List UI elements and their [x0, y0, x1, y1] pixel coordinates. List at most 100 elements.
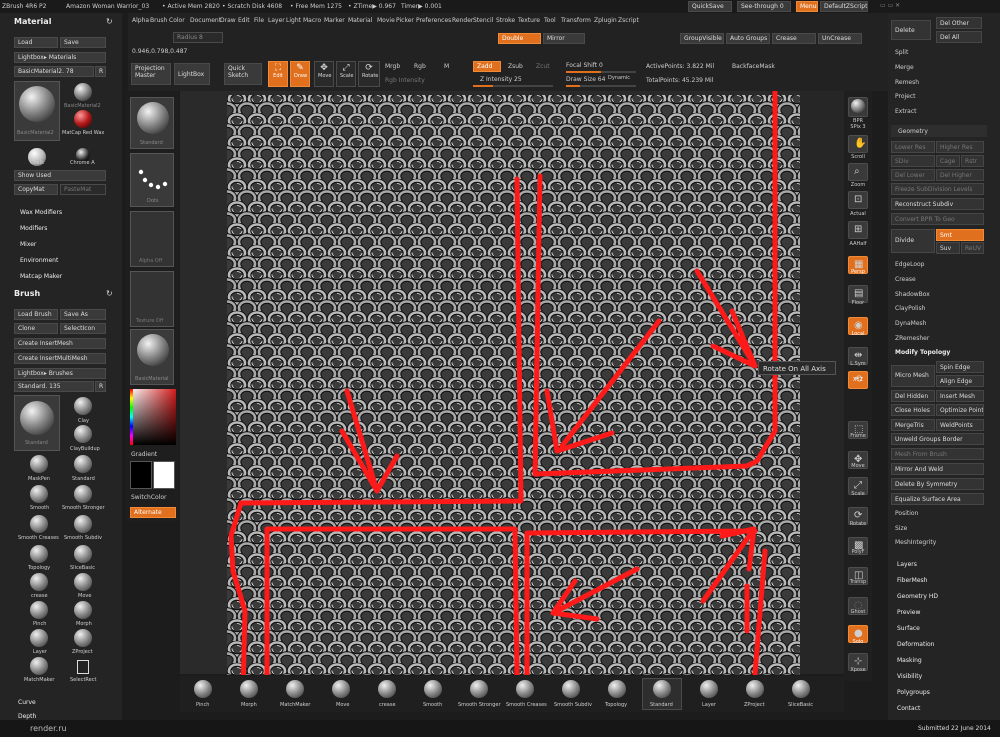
paste-mat-button[interactable]: PasteMat	[60, 184, 106, 195]
standard-brush-small-icon[interactable]	[74, 455, 92, 473]
hue-strip[interactable]	[130, 389, 133, 445]
color-picker[interactable]	[130, 389, 176, 445]
crease-brush-icon[interactable]	[30, 573, 48, 591]
load-brush-button[interactable]: Load Brush	[14, 309, 58, 320]
zcut-button[interactable]: Zcut	[536, 63, 550, 70]
dynamesh-section[interactable]: DynaMesh	[895, 320, 926, 327]
claybuildup-brush-icon[interactable]	[74, 425, 92, 443]
menu-material[interactable]: Material	[348, 17, 372, 24]
mesh-from-brush-button[interactable]: Mesh From Brush	[891, 448, 984, 460]
basic-material-slider[interactable]: BasicMaterial2. 78	[14, 66, 94, 77]
rstr-button[interactable]: Rstr	[961, 155, 984, 167]
zproject-brush-icon[interactable]	[74, 629, 92, 647]
stroke-thumb[interactable]: Dots	[130, 153, 174, 207]
clone-button[interactable]: Clone	[14, 323, 58, 334]
divide-button[interactable]: Divide	[891, 229, 935, 253]
curve-section[interactable]: Curve	[18, 699, 36, 706]
del-all-button[interactable]: Del All	[936, 31, 982, 43]
menu-alpha[interactable]: Alpha	[132, 17, 149, 24]
see-through-slider[interactable]: See-through 0	[737, 1, 791, 12]
zsub-button[interactable]: Zsub	[508, 63, 523, 70]
align-edge-button[interactable]: Align Edge	[936, 375, 984, 387]
zoom-button[interactable]: ⌕	[848, 163, 868, 181]
shelf-slicebasic-icon[interactable]	[792, 680, 810, 698]
menu-render[interactable]: Render	[452, 17, 473, 24]
surface-section[interactable]: Surface	[897, 625, 920, 632]
aahalf-button[interactable]: ⊞	[848, 221, 868, 239]
environment-section[interactable]: Environment	[20, 257, 58, 264]
menu-preferences[interactable]: Preferences	[416, 17, 451, 24]
close-holes-button[interactable]: Close Holes	[891, 404, 935, 416]
focal-shift-slider[interactable]: Focal Shift 0	[566, 62, 603, 69]
mirror-button[interactable]: Mirror	[543, 33, 585, 44]
save-as-button[interactable]: Save As	[60, 309, 106, 320]
pinch-brush-icon[interactable]	[30, 601, 48, 619]
scale-button[interactable]: ⤢ Scale	[336, 61, 356, 87]
topology-brush-icon[interactable]	[30, 545, 48, 563]
visibility-section[interactable]: Visibility	[897, 673, 922, 680]
geometry-header-bar[interactable]: Geometry	[891, 125, 987, 137]
remesh-button[interactable]: Remesh	[895, 79, 919, 86]
radius-slider[interactable]: Radius 8	[173, 32, 223, 43]
del-other-button[interactable]: Del Other	[936, 17, 982, 29]
del-lower-button[interactable]: Del Lower	[891, 169, 935, 181]
menu-macro[interactable]: Macro	[303, 17, 321, 24]
fibermesh-section[interactable]: FiberMesh	[897, 577, 927, 584]
rotate-button[interactable]: ⟳ Rotate	[358, 61, 380, 87]
menus-button[interactable]: Menus	[796, 1, 818, 12]
lightbox-button[interactable]: LightBox	[174, 63, 210, 85]
geometry-hd-section[interactable]: Geometry HD	[897, 593, 938, 600]
zadd-button[interactable]: Zadd	[473, 61, 501, 72]
zremesher-section[interactable]: ZRemesher	[895, 335, 929, 342]
layer-brush-icon[interactable]	[30, 629, 48, 647]
menu-tool[interactable]: Tool	[544, 17, 556, 24]
projection-master-button[interactable]: Projection Master	[131, 63, 171, 85]
contact-section[interactable]: Contact	[897, 705, 920, 712]
deformation-section[interactable]: Deformation	[897, 641, 934, 648]
position-section[interactable]: Position	[895, 510, 918, 517]
group-visible-button[interactable]: GroupVisible	[680, 33, 724, 44]
shadowbox-section[interactable]: ShadowBox	[895, 291, 930, 298]
material-save-button[interactable]: Save	[60, 37, 106, 48]
menu-transform[interactable]: Transform	[561, 17, 591, 24]
shelf-smooth-stronger-icon[interactable]	[470, 680, 488, 698]
gradient-label[interactable]: Gradient	[131, 451, 157, 458]
layers-section[interactable]: Layers	[897, 561, 917, 568]
insert-mesh-button[interactable]: Insert Mesh	[936, 390, 984, 402]
shelf-morph-icon[interactable]	[240, 680, 258, 698]
optimize-points-button[interactable]: Optimize Points	[936, 404, 984, 416]
m-button[interactable]: M	[444, 63, 449, 70]
menu-movie[interactable]: Movie	[377, 17, 395, 24]
reuv-button[interactable]: ReUV	[961, 242, 984, 254]
sdiv-slider[interactable]: SDiv	[891, 155, 935, 167]
shelf-zproject-icon[interactable]	[746, 680, 764, 698]
shelf-standard-icon[interactable]	[653, 680, 671, 698]
brush-preview-large[interactable]: Standard	[14, 395, 60, 451]
project-button[interactable]: Project	[895, 93, 916, 100]
mirror-and-weld-button[interactable]: Mirror And Weld	[891, 463, 984, 475]
equalize-surface-area-button[interactable]: Equalize Surface Area	[891, 493, 984, 505]
smooth-subdiv-brush-icon[interactable]	[74, 515, 92, 533]
claypolish-section[interactable]: ClayPolish	[895, 305, 925, 312]
lightbox-brushes-button[interactable]: Lightbox▸ Brushes	[14, 368, 106, 379]
default-zscript-button[interactable]: DefaultZScript	[820, 1, 868, 12]
smooth-stronger-brush-icon[interactable]	[74, 485, 92, 503]
unweld-groups-border-button[interactable]: Unweld Groups Border	[891, 433, 984, 445]
copy-mat-button[interactable]: CopyMat	[14, 184, 58, 195]
texture-thumb[interactable]: Texture Off	[130, 271, 174, 327]
chainmail-viewport[interactable]	[227, 91, 801, 675]
suv-toggle[interactable]: Suv	[936, 242, 960, 254]
menu-texture[interactable]: Texture	[518, 17, 540, 24]
alternate-button[interactable]: Alternate	[130, 507, 176, 518]
menu-zscript[interactable]: Zscript	[618, 17, 639, 24]
create-insertmultimesh-button[interactable]: Create InsertMultiMesh	[14, 353, 106, 364]
spin-edge-button[interactable]: Spin Edge	[936, 361, 984, 373]
shelf-topology-icon[interactable]	[608, 680, 626, 698]
menu-document[interactable]: Document	[190, 17, 221, 24]
canvas-area[interactable]: Rotate On All Axis	[180, 91, 844, 675]
reconstruct-subdiv-button[interactable]: Reconstruct Subdiv	[891, 198, 984, 210]
main-color-swatch[interactable]	[130, 461, 152, 489]
brush-r-button[interactable]: R	[95, 381, 106, 392]
del-higher-button[interactable]: Del Higher	[936, 169, 984, 181]
switch-color-button[interactable]: SwitchColor	[131, 494, 167, 501]
